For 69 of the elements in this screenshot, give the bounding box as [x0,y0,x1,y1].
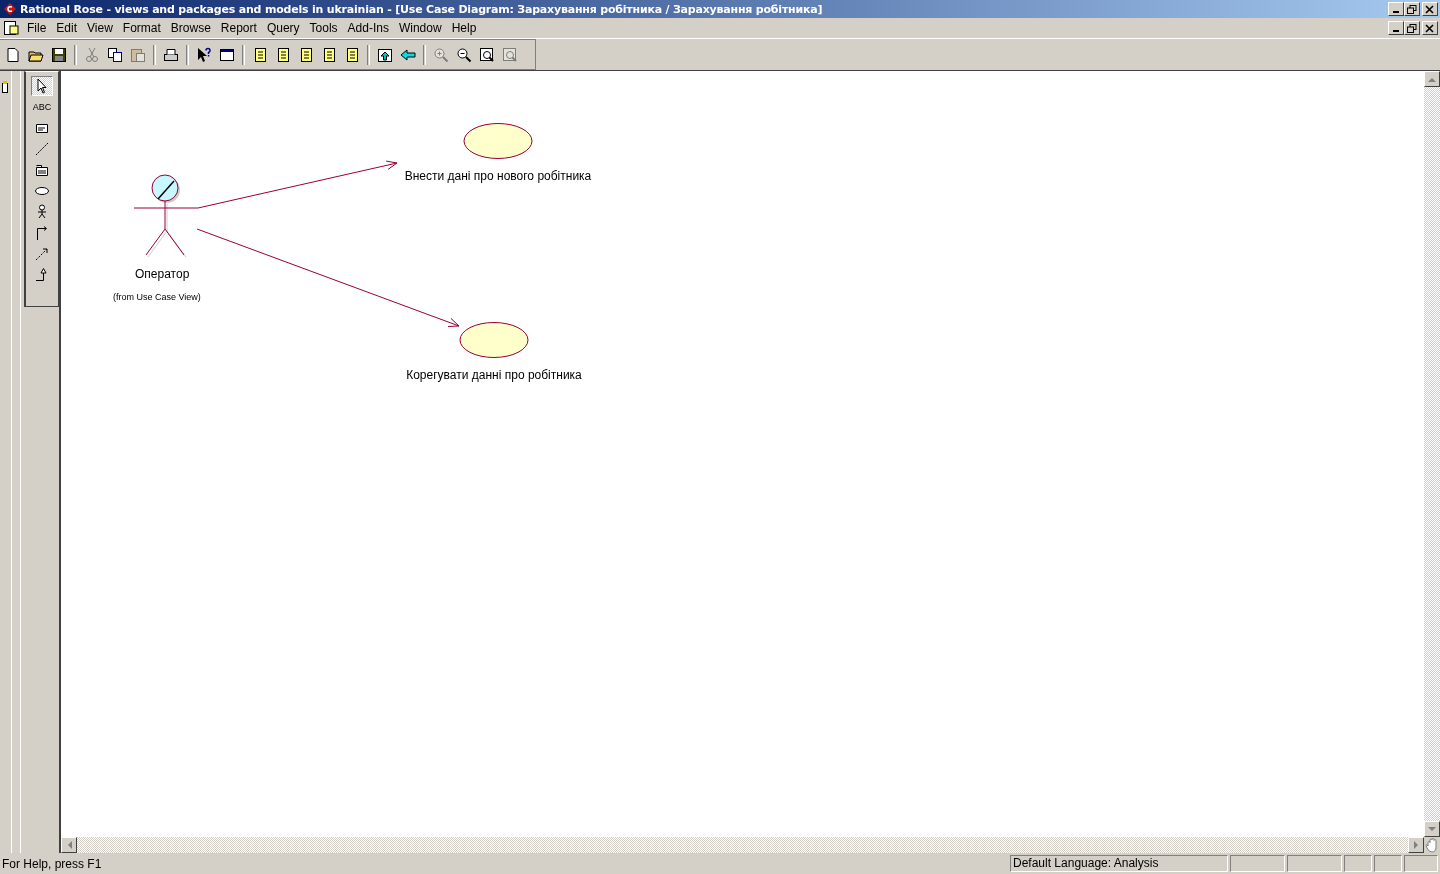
document-icon[interactable] [252,46,268,63]
package-icon [34,162,50,178]
vertical-scrollbar[interactable] [1424,71,1440,837]
fit-window-icon[interactable] [479,46,495,63]
zoom-out-icon[interactable] [456,46,472,63]
menu-item[interactable]: Format [117,21,166,35]
right-triangle-icon [1413,841,1419,849]
copy-icon[interactable] [107,46,123,63]
pointer-icon [34,78,50,94]
menu-item[interactable]: Query [261,21,305,35]
document-icon[interactable] [275,46,291,63]
status-panel [1230,855,1285,872]
dependency-icon [34,246,50,262]
minimize-icon [1393,11,1399,13]
pointer-tool[interactable] [31,76,53,96]
menu-item[interactable]: Browse [165,21,216,35]
status-panel [1344,855,1372,872]
status-panel [1404,855,1438,872]
close-button[interactable] [1422,2,1438,16]
menu-item[interactable]: File [22,21,52,35]
down-triangle-icon [1428,826,1436,832]
minimize-button[interactable] [1388,21,1404,35]
status-text: For Help, press F1 [2,856,103,871]
up-triangle-icon [1428,76,1436,82]
use-case-name: Внести дані про нового робітника [403,169,593,183]
status-panel: Default Language: Analysis [1010,855,1228,872]
document-menu-icon[interactable] [3,20,19,36]
menu-item[interactable]: Help [446,21,482,35]
menu-item[interactable]: Tools [304,21,343,35]
generalization-icon [34,267,50,283]
left-arrow-icon[interactable] [400,46,416,63]
horizontal-scrollbar[interactable] [61,837,1424,853]
scroll-left-button[interactable] [61,837,77,853]
document-icon[interactable] [321,46,337,63]
anchor-icon [34,141,50,157]
restore-button[interactable] [1404,21,1420,35]
use-case-ellipse [463,123,533,159]
menu-item[interactable]: Report [215,21,262,35]
help-cursor-icon[interactable] [196,46,212,63]
actor-name: Оператор [135,267,190,281]
printer-icon[interactable] [163,46,179,63]
actor-origin: (from Use Case View) [113,292,201,302]
status-panel [1287,855,1342,872]
close-icon [1425,23,1435,33]
window-icon[interactable] [219,46,235,63]
minimize-icon [1393,30,1399,32]
menu-item[interactable]: Edit [51,21,83,35]
status-panel [1374,855,1402,872]
menu-item[interactable]: View [82,21,118,35]
minimize-button[interactable] [1388,2,1404,16]
new-file-icon[interactable] [5,46,21,63]
menu-item[interactable]: Window [393,21,447,35]
use-case-name: Корегувати данні про робітника [405,368,583,382]
menu-item[interactable]: Add-Ins [342,21,394,35]
left-triangle-icon [66,841,72,849]
association-icon [34,225,50,241]
close-icon [1425,4,1435,14]
close-button[interactable] [1422,21,1438,35]
scroll-right-button[interactable] [1408,837,1424,853]
app-logo-icon [3,2,17,16]
folder-icon[interactable] [2,81,8,93]
restore-button[interactable] [1404,2,1420,16]
scroll-up-button[interactable] [1424,71,1440,87]
window-title: Rational Rose - views and packages and models in ukrainian - [Use Case Diagram: Зарахування робітника / Зарахування робітника] [20,2,823,16]
document-icon[interactable] [298,46,314,63]
scroll-down-button[interactable] [1424,821,1440,837]
document-icon[interactable] [344,46,360,63]
text-tool[interactable]: ABC [31,97,53,117]
use-case-ellipse [459,322,529,358]
